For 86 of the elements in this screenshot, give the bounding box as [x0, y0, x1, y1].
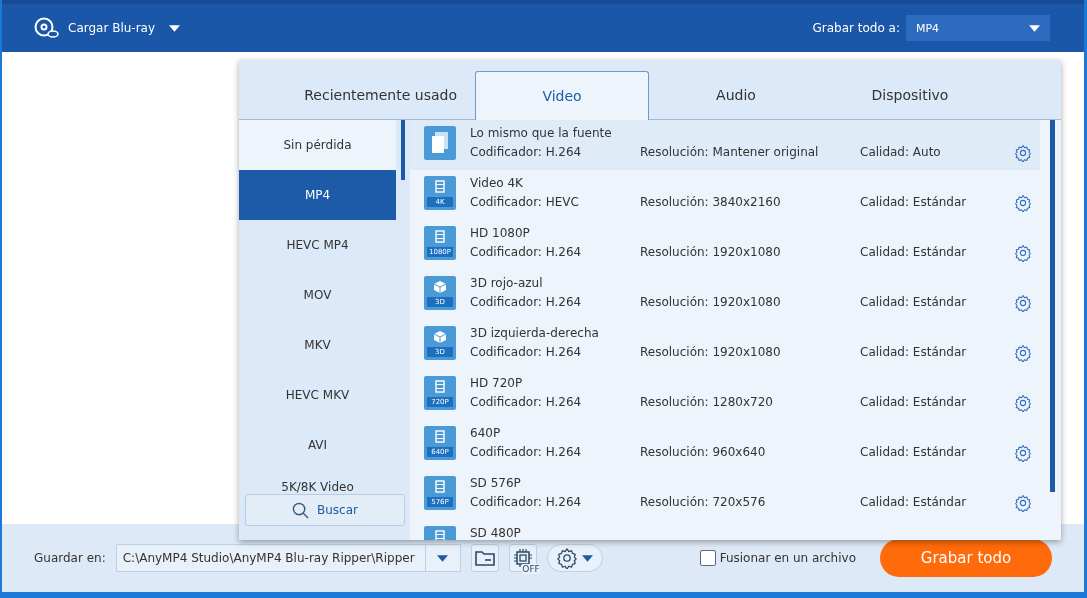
- merge-label: Fusionar en un archivo: [719, 551, 856, 565]
- hardware-acceleration-button[interactable]: OFF: [508, 544, 537, 572]
- category-item[interactable]: HEVC MKV: [239, 370, 396, 420]
- profile-name: HD 1080P: [470, 226, 531, 240]
- profile-row[interactable]: Lo mismo que la fuente Codificador: H.264 Resolución: Mantener original Calidad: Auto: [410, 120, 1040, 170]
- copy-icon: [431, 131, 449, 154]
- disc-icon: [34, 17, 60, 39]
- encoder-text: Codificador: H.264: [470, 445, 583, 459]
- category-item[interactable]: MOV: [239, 270, 396, 320]
- film-strip-icon: [435, 180, 445, 193]
- settings-icon: [556, 547, 579, 569]
- profile-name: HD 720P: [470, 376, 524, 390]
- quality-text: Calidad: Estándar: [860, 495, 968, 509]
- category-item[interactable]: AVI: [239, 420, 396, 470]
- resolution-text: Resolución: 1920x1080: [640, 245, 782, 259]
- film-strip-icon: [435, 530, 445, 540]
- scrollbar[interactable]: [1050, 120, 1055, 492]
- film-strip-icon: [435, 230, 445, 243]
- format-tab[interactable]: Video: [475, 71, 649, 120]
- caret-icon: [437, 554, 449, 562]
- settings-icon[interactable]: [1014, 144, 1032, 162]
- caret-icon: [169, 24, 181, 32]
- format-tab[interactable]: Audio: [649, 71, 823, 119]
- film-strip-icon: [435, 430, 445, 443]
- category-item[interactable]: HEVC MP4: [239, 220, 396, 270]
- merge-checkbox[interactable]: [699, 550, 716, 566]
- settings-icon[interactable]: [1014, 344, 1032, 362]
- settings-icon[interactable]: [1014, 294, 1032, 312]
- film-strip-icon: [435, 480, 445, 493]
- resolution-text: Resolución: 1920x1080: [640, 295, 782, 309]
- load-bluray-button[interactable]: Cargar Blu-ray: [34, 17, 181, 39]
- settings-icon[interactable]: [1014, 194, 1032, 212]
- encoder-text: Codificador: H.264: [470, 295, 583, 309]
- encoder-text: Codificador: HEVC: [470, 195, 580, 209]
- encoder-text: Codificador: H.264: [470, 395, 583, 409]
- profile-name: 3D izquierda-derecha: [470, 326, 600, 340]
- scrollbar[interactable]: [401, 120, 405, 180]
- folder-icon: [473, 549, 496, 567]
- resolution-text: Resolución: 960x640: [640, 445, 767, 459]
- category-item[interactable]: MKV: [239, 320, 396, 370]
- open-folder-button[interactable]: [470, 544, 499, 572]
- encoder-text: Codificador: H.264: [470, 145, 583, 159]
- quality-text: Calidad: Estándar: [860, 345, 968, 359]
- cube-icon: [433, 330, 447, 344]
- quality-text: Calidad: Estándar: [860, 245, 968, 259]
- category-item[interactable]: MP4: [239, 170, 396, 220]
- category-item[interactable]: Sin pérdida: [239, 120, 396, 170]
- quality-text: Calidad: Estándar: [860, 195, 968, 209]
- encoder-text: Codificador: H.264: [470, 495, 583, 509]
- quality-text: Calidad: Estándar: [860, 395, 968, 409]
- settings-icon[interactable]: [1014, 494, 1032, 512]
- search-icon: [292, 501, 309, 519]
- off-badge: OFF: [522, 564, 540, 574]
- format-tab[interactable]: Dispositivo: [823, 71, 997, 119]
- settings-icon[interactable]: [1014, 444, 1032, 462]
- caret-icon: [1029, 24, 1040, 32]
- profile-name: SD 480P: [470, 526, 522, 540]
- profile-name: 640P: [470, 426, 502, 440]
- resolution-text: Resolución: 1920x1080: [640, 345, 782, 359]
- quality-text: Calidad: Estándar: [860, 295, 968, 309]
- profile-name: Video 4K: [470, 176, 524, 190]
- cube-icon: [433, 280, 447, 294]
- quality-text: Calidad: Estándar: [860, 445, 968, 459]
- encoder-text: Codificador: H.264: [470, 345, 583, 359]
- settings-dropdown-button[interactable]: [546, 544, 603, 572]
- profile-name: SD 576P: [470, 476, 522, 490]
- settings-icon[interactable]: [1014, 244, 1032, 262]
- film-strip-icon: [435, 380, 445, 393]
- format-tab[interactable]: Recientemente usado: [239, 71, 475, 119]
- profile-row[interactable]: SD 480P: [410, 520, 1040, 540]
- search-button[interactable]: Buscar: [245, 494, 405, 526]
- encoder-text: Codificador: H.264: [470, 245, 583, 259]
- resolution-text: Resolución: 3840x2160: [640, 195, 782, 209]
- settings-icon[interactable]: [1014, 394, 1032, 412]
- save-to-label: Guardar en:: [34, 551, 106, 565]
- profile-name: 3D rojo-azul: [470, 276, 544, 290]
- category-item[interactable]: 5K/8K Video: [239, 470, 396, 494]
- resolution-text: Resolución: 720x576: [640, 495, 767, 509]
- caret-icon: [582, 554, 594, 562]
- profile-name: Lo mismo que la fuente: [470, 126, 613, 140]
- format-dropdown[interactable]: MP4: [906, 15, 1050, 41]
- convert-all-label: Grabar todo a:: [812, 21, 900, 35]
- resolution-text: Resolución: Mantener original: [640, 145, 820, 159]
- path-field[interactable]: C:\AnyMP4 Studio\AnyMP4 Blu-ray Ripper\Ripper: [115, 544, 461, 572]
- resolution-text: Resolución: 1280x720: [640, 395, 774, 409]
- quality-text: Calidad: Auto: [860, 145, 942, 159]
